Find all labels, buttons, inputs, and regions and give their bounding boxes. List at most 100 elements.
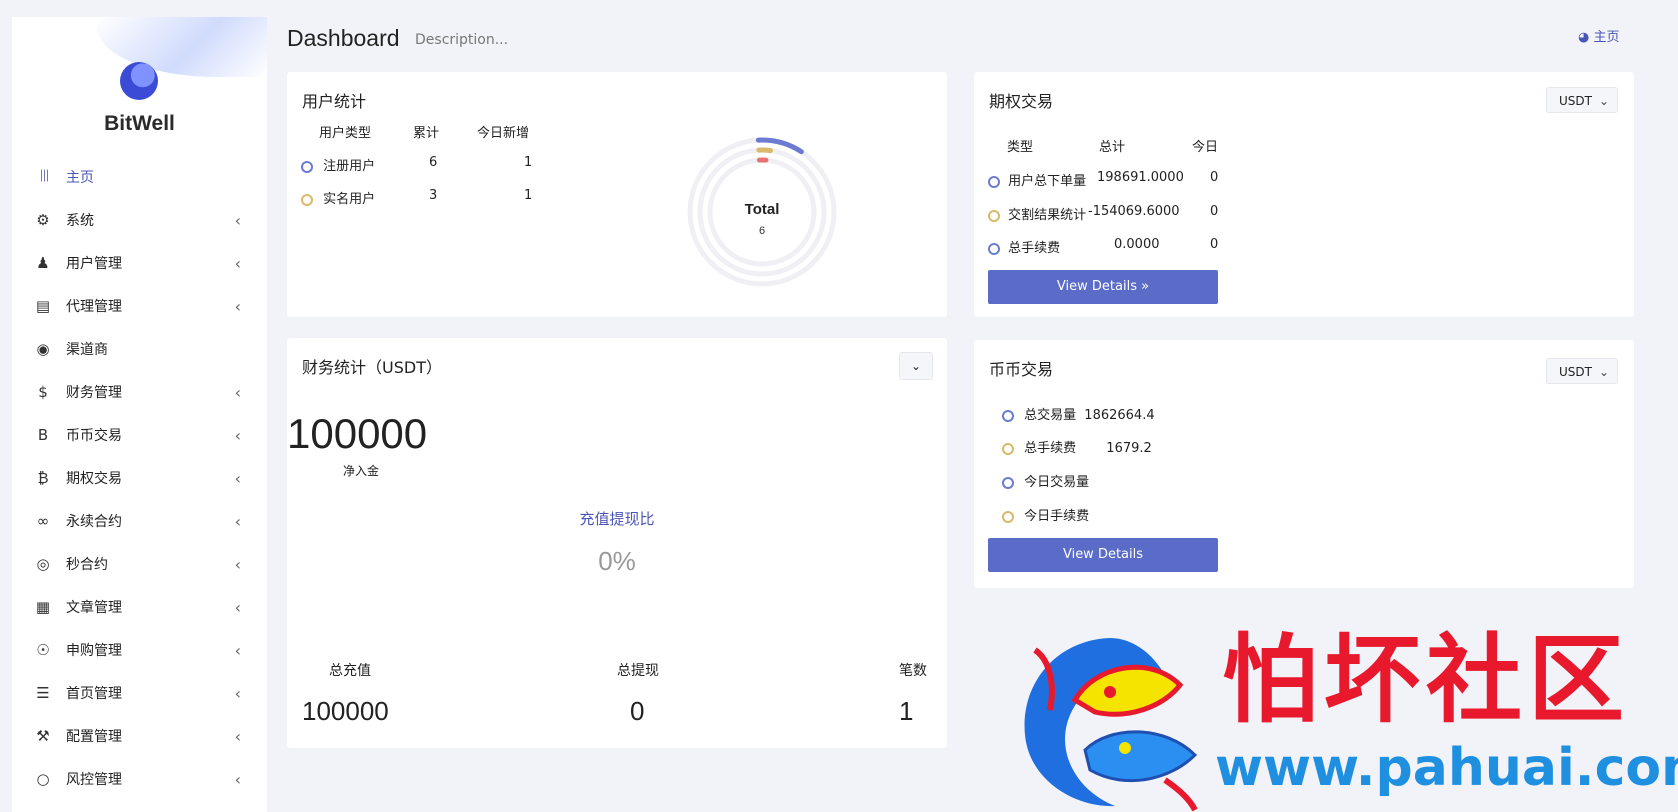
sidebar-item-label: 配置管理 (66, 728, 122, 745)
chevron-left-icon: ‹ (234, 684, 241, 703)
legend-dot-icon (301, 160, 313, 173)
finance-stats-title: 财务统计（USDT） (302, 358, 442, 377)
bar-chart-icon: │││ (38, 171, 50, 182)
transaction-count-value: 1 (899, 696, 914, 726)
watermark-url-text: www.pahuai.com (1215, 738, 1678, 798)
sidebar-item-label: 期权交易 (66, 470, 122, 487)
total-deposit-label: 总充值 (329, 663, 371, 679)
row-label: 总手续费 (1024, 441, 1077, 456)
sidebar-item-9[interactable]: ◎ 秒合约 ‹ (12, 542, 267, 585)
column-header: 总计 (1099, 140, 1126, 155)
user-stats-card: 用户统计 用户类型 累计 今日新增 注册用户 6 1 实名用户 3 1 Tota… (287, 72, 947, 317)
row-label: 实名用户 (323, 192, 376, 207)
legend-dot-icon (1002, 476, 1014, 489)
row-today: 1 (524, 155, 533, 170)
table-row: 实名用户 (301, 188, 375, 207)
finance-stats-card: 财务统计（USDT） ⌄ 100000 净入金 充值提现比 0% 总充值 100… (287, 338, 947, 748)
total-withdraw-label: 总提现 (617, 663, 659, 679)
table-row: 交割结果统计 (988, 204, 1086, 223)
user-total-donut-chart: Total 6 (687, 137, 837, 287)
sidebar-item-label: 文章管理 (66, 599, 122, 616)
legend-dot-icon (988, 242, 1000, 255)
brand-name: BitWell (104, 112, 175, 135)
row-today: 0 (1210, 237, 1219, 252)
sidebar-item-label: 申购管理 (66, 642, 122, 659)
legend-dot-icon (988, 175, 1000, 188)
sidebar-item-6[interactable]: B 币币交易 ‹ (12, 413, 267, 456)
chevron-left-icon: ‹ (234, 555, 241, 574)
sidebar-item-8[interactable]: ∞ 永续合约 ‹ (12, 499, 267, 542)
sidebar-item-label: 用户管理 (66, 255, 122, 272)
table-row: 用户总下单量 (988, 170, 1086, 189)
legend-dot-icon (301, 193, 313, 206)
chevron-left-icon: ‹ (234, 297, 241, 316)
bitwell-logo-icon[interactable] (120, 62, 158, 100)
currency-select[interactable]: USDT ⌄ (1546, 87, 1618, 113)
sidebar-item-2[interactable]: ♟ 用户管理 ‹ (12, 241, 267, 284)
net-deposit-label: 净入金 (343, 464, 380, 478)
sidebar-item-label: 秒合约 (66, 556, 108, 573)
sidebar-item-1[interactable]: ⚙ 系统 ‹ (12, 198, 267, 241)
options-view-details-button[interactable]: View Details » (988, 270, 1218, 304)
sidebar-item-4[interactable]: ◉ 渠道商 (12, 327, 267, 370)
sidebar-item-10[interactable]: ▦ 文章管理 ‹ (12, 585, 267, 628)
sidebar-item-3[interactable]: ▤ 代理管理 ‹ (12, 284, 267, 327)
sidebar-item-0[interactable]: │││ 主页 (12, 155, 267, 198)
chevron-left-icon: ‹ (234, 512, 241, 531)
breadcrumb-home-link[interactable]: ◕ 主页 (1578, 26, 1620, 45)
wrench-icon: ⚒ (36, 726, 50, 745)
row-value: 1862664.4 (1084, 408, 1155, 423)
dashboard-app: BitWell │││ 主页 ⚙ 系统 ‹ ♟ 用户管理 ‹ ▤ 代理管理 ‹ ◉ 渠道商 $ 财务管理 ‹ B… (0, 0, 1678, 812)
gear-icon: ⚙ (36, 210, 50, 229)
watermark-fish-logo-icon (1024, 638, 1198, 812)
sidebar-item-5[interactable]: $ 财务管理 ‹ (12, 370, 267, 413)
net-deposit-value: 100000 (287, 410, 428, 457)
currency-select-value: USDT (1559, 365, 1592, 379)
donut-arc-verified (756, 147, 774, 154)
legend-dot-icon (988, 209, 1000, 222)
row-total: 3 (429, 188, 438, 203)
sidebar-item-label: 风控管理 (66, 771, 122, 788)
sidebar-item-14[interactable]: ○ 风控管理 ‹ (12, 757, 267, 800)
transaction-count-label: 笔数 (899, 663, 927, 679)
list-item: 今日交易量 (1002, 471, 1089, 490)
options-trading-title: 期权交易 (989, 92, 1054, 111)
column-header: 累计 (413, 126, 440, 141)
target-icon: ◎ (36, 554, 50, 573)
legend-dot-icon (1002, 510, 1014, 523)
sidebar-item-label: 渠道商 (66, 341, 108, 358)
chevron-down-icon: ⌄ (910, 359, 922, 373)
row-label: 今日交易量 (1024, 475, 1090, 490)
finance-currency-select[interactable]: ⌄ (899, 352, 933, 380)
legend-dot-icon (1002, 409, 1014, 422)
sidebar-item-label: 主页 (66, 169, 94, 186)
column-header: 类型 (1007, 140, 1034, 155)
sidebar-item-11[interactable]: ☉ 申购管理 ‹ (12, 628, 267, 671)
chevron-left-icon: ‹ (234, 426, 241, 445)
dashboard-icon: ◕ (1578, 30, 1590, 45)
row-total: 198691.0000 (1097, 170, 1184, 185)
sidebar-item-label: 财务管理 (66, 384, 122, 401)
chevron-left-icon: ‹ (234, 211, 241, 230)
row-total: 0.0000 (1114, 237, 1160, 252)
options-trading-card: 期权交易 USDT ⌄ 类型 总计 今日 用户总下单量 198691.0000 … (974, 72, 1634, 317)
chevron-left-icon: ‹ (234, 770, 241, 789)
sidebar-item-label: 币币交易 (66, 427, 122, 444)
currency-select[interactable]: USDT ⌄ (1546, 358, 1618, 384)
sidebar-item-label: 首页管理 (66, 685, 122, 702)
circle-icon: ○ (36, 769, 50, 788)
chevron-down-icon: ⌄ (1598, 365, 1609, 379)
row-label: 今日手续费 (1024, 509, 1090, 524)
row-value: 1679.2 (1106, 441, 1152, 456)
link-icon: ∞ (36, 511, 50, 530)
sidebar-item-12[interactable]: ☰ 首页管理 ‹ (12, 671, 267, 714)
row-label: 用户总下单量 (1008, 174, 1087, 189)
spot-view-details-button[interactable]: View Details (988, 538, 1218, 572)
deposit-withdraw-ratio-label: 充值提现比 (579, 510, 655, 528)
row-label: 总手续费 (1008, 241, 1061, 256)
sidebar-item-7[interactable]: ₿ 期权交易 ‹ (12, 456, 267, 499)
chevron-left-icon: ‹ (234, 254, 241, 273)
sidebar-item-13[interactable]: ⚒ 配置管理 ‹ (12, 714, 267, 757)
row-today: 0 (1210, 170, 1219, 185)
list-item: 今日手续费 (1002, 505, 1089, 524)
